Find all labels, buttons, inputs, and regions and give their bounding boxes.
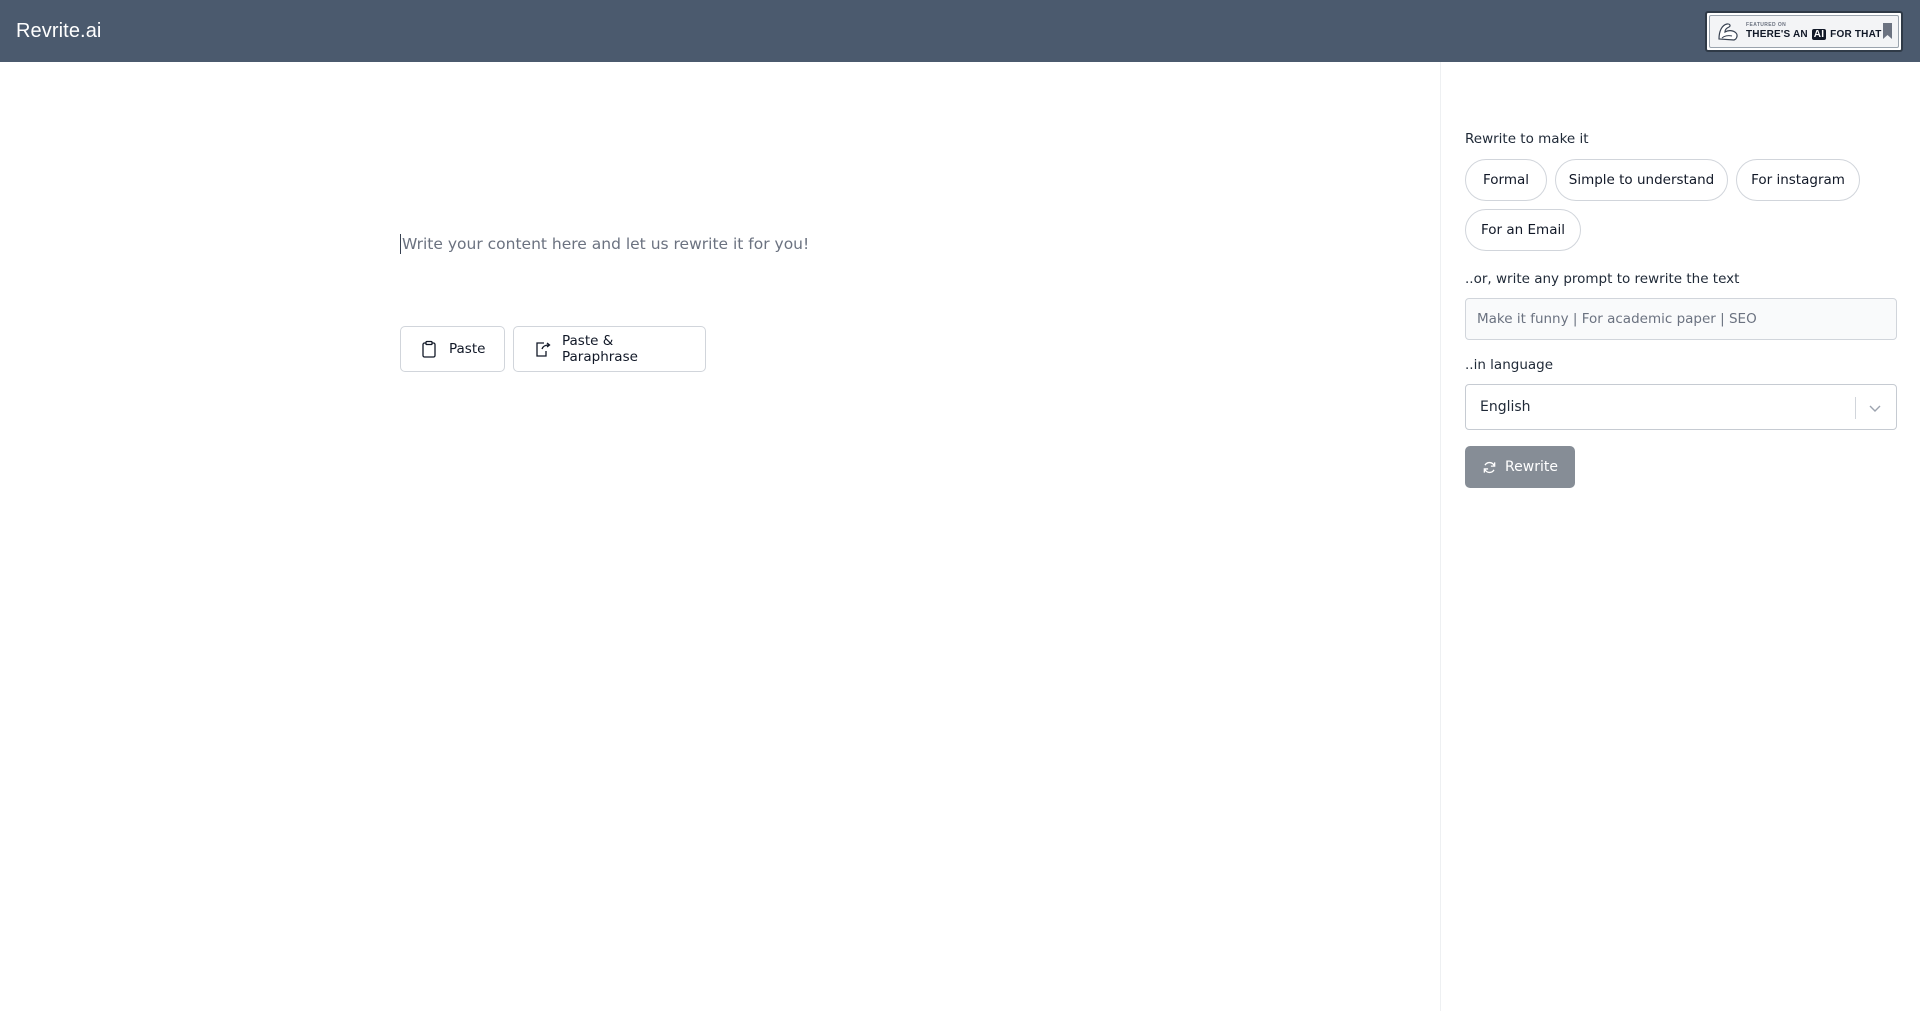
bookmark-icon (1883, 23, 1892, 39)
badge-text-before: THERE'S AN (1746, 29, 1808, 40)
select-divider (1855, 397, 1856, 419)
language-label: ..in language (1465, 357, 1554, 373)
editor-area[interactable]: Write your content here and let us rewri… (0, 62, 1440, 1011)
paste-paraphrase-button-label: Paste & Paraphrase (562, 333, 638, 365)
chip-formal[interactable]: Formal (1465, 159, 1547, 201)
custom-prompt-input[interactable] (1465, 298, 1897, 340)
brand-logo[interactable]: Revrite.ai (16, 20, 101, 43)
paste-paraphrase-button[interactable]: Paste & Paraphrase (513, 326, 706, 372)
paste-button-label: Paste (449, 341, 486, 357)
chip-for-an-email[interactable]: For an Email (1465, 209, 1581, 251)
language-selected-value: English (1480, 399, 1531, 415)
rewrite-button-label: Rewrite (1505, 459, 1558, 475)
rewrite-to-make-it-label: Rewrite to make it (1465, 131, 1589, 147)
refresh-icon (1483, 461, 1496, 473)
rewrite-options-sidebar: Rewrite to make it Formal Simple to unde… (1440, 62, 1920, 1011)
badge-text-after: FOR THAT (1830, 29, 1882, 40)
paste-button[interactable]: Paste (400, 326, 505, 372)
flexed-arm-icon (1718, 22, 1738, 41)
top-bar: Revrite.ai FEATURED ON THERE'S AN AI FOR… (0, 0, 1920, 62)
chip-for-instagram[interactable]: For instagram (1736, 159, 1860, 201)
chip-simple-to-understand[interactable]: Simple to understand (1555, 159, 1728, 201)
featured-on-theres-an-ai-for-that-badge[interactable]: FEATURED ON THERE'S AN AI FOR THAT (1705, 11, 1903, 52)
chevron-down-icon (1869, 405, 1881, 412)
badge-ai-text: AI (1811, 29, 1827, 40)
editor-placeholder[interactable]: Write your content here and let us rewri… (400, 234, 809, 254)
badge-inner: FEATURED ON THERE'S AN AI FOR THAT (1709, 15, 1899, 48)
clipboard-icon (422, 340, 436, 358)
badge-text: FEATURED ON THERE'S AN AI FOR THAT (1746, 23, 1882, 40)
language-select[interactable]: English (1465, 384, 1897, 430)
paste-export-icon (536, 342, 551, 357)
rewrite-button[interactable]: Rewrite (1465, 446, 1575, 488)
prompt-label: ..or, write any prompt to rewrite the te… (1465, 271, 1740, 287)
badge-main-text: THERE'S AN AI FOR THAT (1746, 29, 1882, 40)
badge-top-text: FEATURED ON (1746, 22, 1787, 28)
